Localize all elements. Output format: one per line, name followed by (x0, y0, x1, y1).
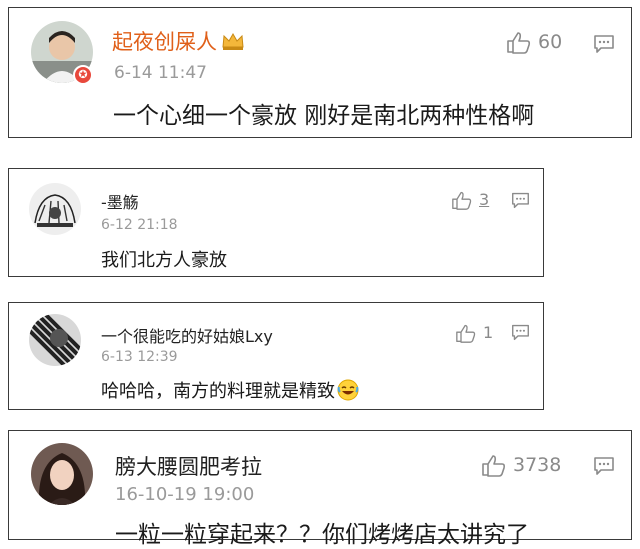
thumbs-up-icon (482, 455, 506, 477)
like-count: 3738 (513, 453, 562, 476)
timestamp: 16-10-19 19:00 (115, 484, 255, 505)
timestamp: 6-13 12:39 (101, 349, 178, 365)
comment-text: 我们北方人豪放 (101, 250, 227, 271)
vip-badge-icon: ✪ (73, 65, 93, 85)
thumbs-up-icon (507, 32, 531, 54)
comment-text-content: 哈哈哈，南方的料理就是精致 (101, 381, 335, 402)
username[interactable]: -墨觞 (101, 189, 139, 213)
thumbs-up-icon (456, 324, 476, 343)
laughing-emoji-icon (337, 379, 359, 406)
username[interactable]: 起夜创屎人 (112, 26, 245, 56)
like-count: 1 (483, 323, 494, 342)
comment-icon[interactable] (593, 33, 615, 59)
comment-text: 一个心细一个豪放 刚好是南北两种性格啊 (113, 103, 535, 129)
like-button[interactable]: 1 (455, 323, 493, 343)
comment-text: 哈哈哈，南方的料理就是精致 (101, 377, 359, 406)
username-text: 起夜创屎人 (112, 30, 217, 54)
username[interactable]: 一个很能吃的好姑娘Lxy (101, 323, 273, 347)
user-avatar[interactable] (29, 183, 81, 235)
comment-icon[interactable] (593, 455, 615, 481)
comment-icon[interactable] (511, 191, 530, 214)
like-button[interactable]: 3738 (481, 453, 561, 477)
like-count: 3 (479, 190, 490, 209)
user-avatar[interactable] (31, 443, 93, 505)
comment-card: -墨觞 6-12 21:18 我们北方人豪放 3 (8, 168, 544, 277)
comment-icon[interactable] (511, 323, 530, 346)
comment-card: 膀大腰圆肥考拉 16-10-19 19:00 一粒一粒穿起来？？你们烤烤店太讲究… (8, 430, 632, 548)
user-avatar[interactable] (29, 314, 81, 366)
timestamp: 6-14 11:47 (114, 63, 207, 83)
comment-card: ✪ 起夜创屎人 6-14 11:47 一个心细一个豪放 刚好是南北两种性格啊 6… (8, 7, 632, 138)
thumbs-up-icon (452, 191, 472, 210)
comment-text: 一粒一粒穿起来？？你们烤烤店太讲究了 (115, 522, 529, 548)
crown-icon (221, 31, 245, 56)
username[interactable]: 膀大腰圆肥考拉 (115, 451, 262, 481)
like-count: 60 (538, 30, 563, 53)
like-button[interactable]: 3 (451, 190, 489, 210)
comment-card: 一个很能吃的好姑娘Lxy 6-13 12:39 哈哈哈，南方的料理就是精致 1 (8, 302, 544, 410)
like-button[interactable]: 60 (506, 30, 562, 54)
timestamp: 6-12 21:18 (101, 217, 178, 233)
